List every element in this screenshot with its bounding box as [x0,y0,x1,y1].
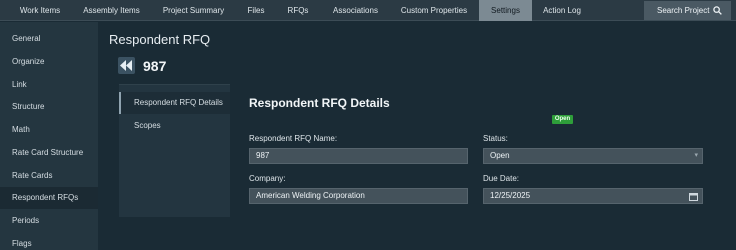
sidebar-item-rate-cards[interactable]: Rate Cards [0,165,98,187]
sidebar-item-math[interactable]: Math [0,119,98,141]
page-title: Respondent RFQ [109,32,211,47]
sidebar-item-respondent-rfqs[interactable]: Respondent RFQs [0,187,98,209]
tab-work-items[interactable]: Work Items [0,0,80,21]
details-subnav: Respondent RFQ Details Scopes [119,84,230,217]
settings-sidebar: General Organize Link Structure Math Rat… [0,22,98,250]
chevron-down-icon: ▾ [694,152,698,159]
search-project-label: Search Project [657,6,710,15]
tab-action-log[interactable]: Action Log [538,0,586,21]
rfq-name-value: 987 [256,151,270,160]
back-button[interactable] [118,57,135,74]
tab-settings[interactable]: Settings [479,0,532,21]
company-label: Company: [249,174,286,183]
tab-files[interactable]: Files [242,0,270,21]
company-field[interactable]: American Welding Corporation [249,188,468,204]
tab-project-summary[interactable]: Project Summary [157,0,230,21]
status-label: Status: [483,134,508,143]
top-navigation: Work Items Assembly Items Project Summar… [0,0,736,21]
calendar-icon[interactable] [689,192,698,201]
tab-rfqs[interactable]: RFQs [284,0,312,21]
sidebar-item-structure[interactable]: Structure [0,96,98,118]
record-id: 987 [143,58,167,74]
sidebar-item-organize[interactable]: Organize [0,51,98,73]
main-content: Respondent RFQ 987 Respondent RFQ Detail… [98,22,736,250]
double-chevron-left-icon [120,60,132,71]
rfq-name-label: Respondent RFQ Name: [249,134,338,143]
sidebar-item-periods[interactable]: Periods [0,210,98,232]
tab-associations[interactable]: Associations [328,0,383,21]
due-date-field[interactable]: 12/25/2025 [483,188,703,204]
subnav-item-scopes[interactable]: Scopes [119,115,230,137]
tab-assembly-items[interactable]: Assembly Items [80,0,143,21]
tab-custom-properties[interactable]: Custom Properties [397,0,471,21]
status-value: Open [490,151,510,160]
sidebar-item-flags[interactable]: Flags [0,233,98,250]
sidebar-item-rate-card-structure[interactable]: Rate Card Structure [0,142,98,164]
details-title: Respondent RFQ Details [249,96,390,110]
status-select[interactable]: Open ▾ [483,148,703,164]
sidebar-item-link[interactable]: Link [0,74,98,96]
search-project-button[interactable]: Search Project [644,1,731,20]
details-panel: Respondent RFQ Details [230,92,735,250]
subnav-item-respondent-rfq-details[interactable]: Respondent RFQ Details [119,92,230,114]
due-date-value: 12/25/2025 [490,191,531,200]
search-icon [713,6,722,15]
due-date-label: Due Date: [483,174,520,183]
rfq-name-field[interactable]: 987 [249,148,468,164]
sidebar-item-general[interactable]: General [0,28,98,50]
status-badge: Open [552,115,573,124]
company-value: American Welding Corporation [256,191,365,200]
